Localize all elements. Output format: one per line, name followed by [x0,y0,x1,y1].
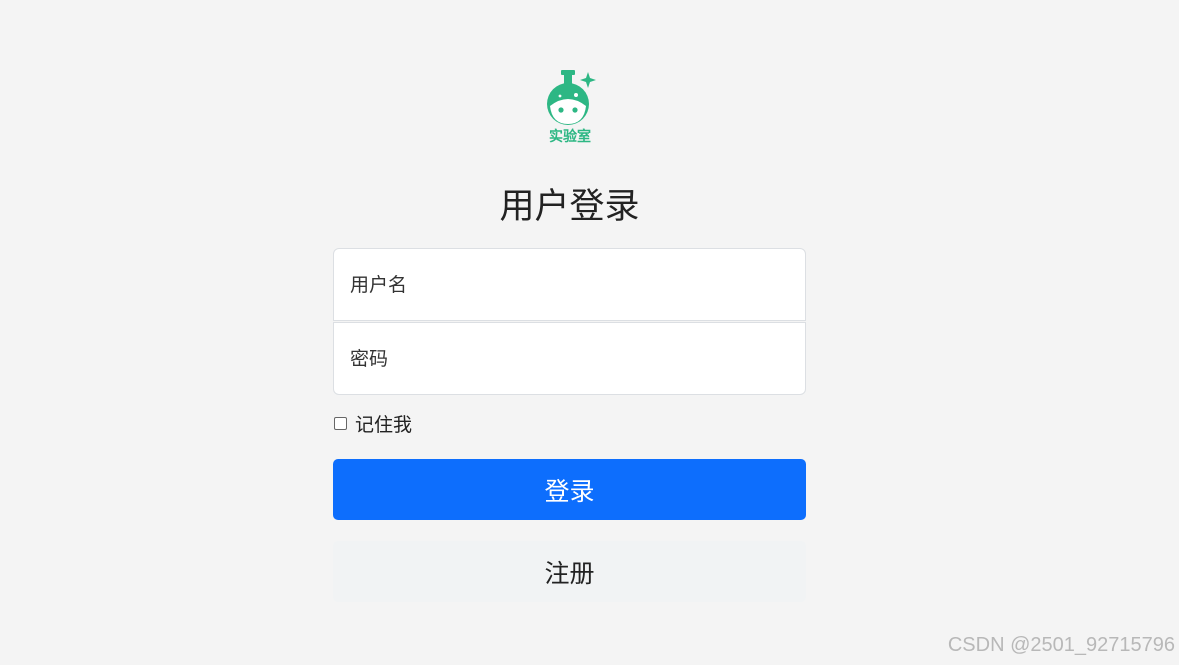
username-input[interactable] [333,248,806,321]
remember-me[interactable]: 记住我 [333,410,412,436]
remember-me-checkbox[interactable] [334,416,347,430]
page-title: 用户登录 [499,187,640,227]
password-input[interactable] [333,322,806,395]
watermark: CSDN @2501_92715796 [947,634,1175,656]
register-button[interactable]: 注册 [333,541,806,602]
login-button[interactable]: 登录 [333,459,806,520]
flask-face-icon [547,70,596,125]
logo: 实验室 [538,66,602,148]
remember-me-label: 记住我 [355,413,413,436]
logo-text: 实验室 [549,129,591,145]
